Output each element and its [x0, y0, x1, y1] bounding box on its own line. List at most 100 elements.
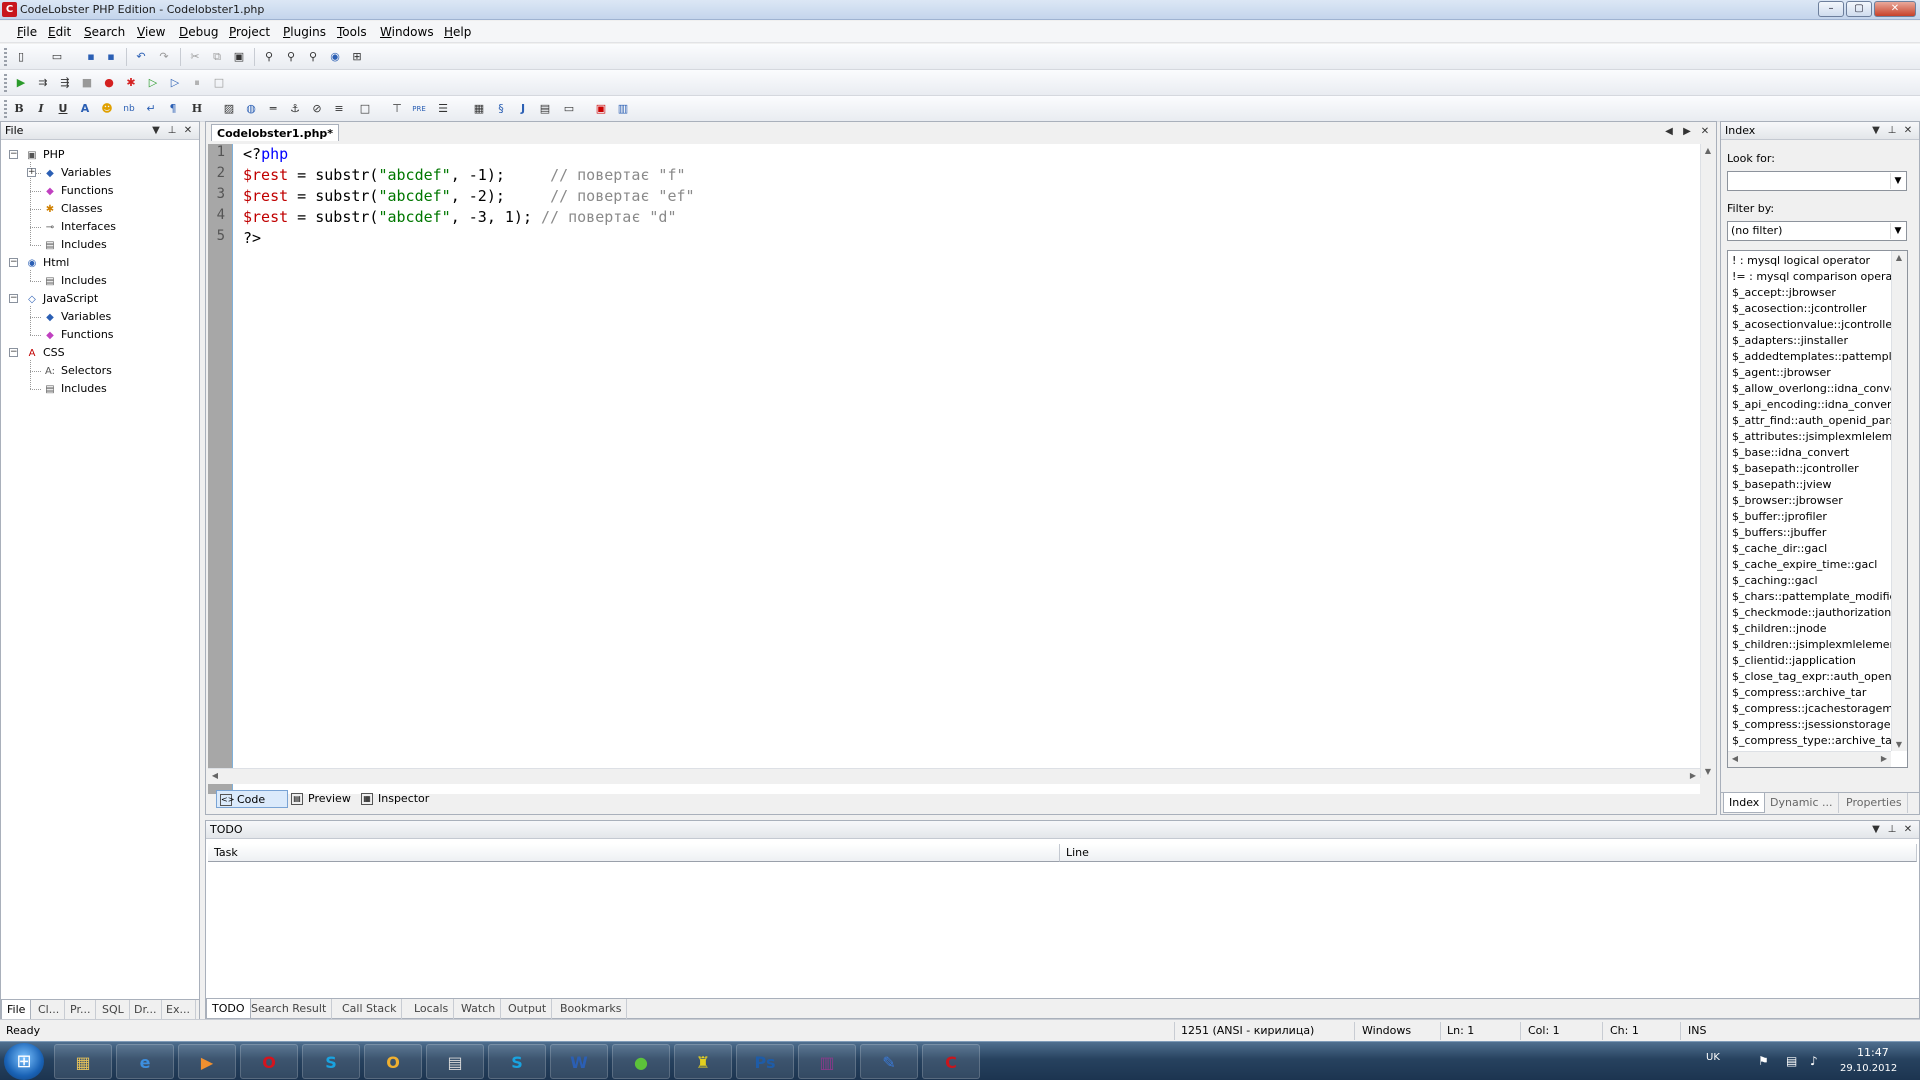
tree-item[interactable]: ✱ Classes [43, 200, 103, 218]
tree-item[interactable]: ◉ Html [25, 254, 70, 272]
save-icon[interactable]: ▪ [82, 48, 100, 66]
index-item[interactable]: $_api_encoding::idna_convert [1732, 397, 1892, 413]
list-icon[interactable]: ☰ [434, 100, 452, 118]
bold-icon[interactable]: B [10, 100, 28, 118]
tab-classes[interactable]: Cl... [33, 1000, 66, 1020]
taskbar-outlook-icon[interactable]: O [364, 1044, 422, 1079]
taskbar-media-player-icon[interactable]: ▶ [178, 1044, 236, 1079]
index-item[interactable]: $_clientid::japplication [1732, 653, 1892, 669]
italic-icon[interactable]: I [32, 100, 50, 118]
index-item[interactable]: $_acosection::jcontroller [1732, 301, 1892, 317]
index-item[interactable]: $_chars::pattemplate_modifier [1732, 589, 1892, 605]
index-item[interactable]: $_cache_expire_time::gacl [1732, 557, 1892, 573]
taskbar-codelobster-icon[interactable]: C [922, 1044, 980, 1079]
network-icon[interactable]: ▤ [1786, 1054, 1797, 1068]
run-to-cursor-icon[interactable]: ▷ [166, 74, 184, 92]
tab-todo[interactable]: TODO [206, 999, 251, 1019]
tree-item[interactable]: ◆ Functions [43, 182, 113, 200]
scroll-down-icon[interactable]: ▼ [1892, 740, 1906, 749]
cut-icon[interactable]: ✂ [186, 48, 204, 66]
taskbar-word-icon[interactable]: W [550, 1044, 608, 1079]
link-icon[interactable]: ⊘ [308, 100, 326, 118]
taskbar-skype-icon[interactable]: S [302, 1044, 360, 1079]
scroll-left-icon[interactable]: ◀ [1728, 754, 1742, 763]
preformatted-icon[interactable]: PRE [410, 100, 428, 118]
clock-date[interactable]: 29.10.2012 [1840, 1063, 1897, 1074]
index-item[interactable]: $_compress::jcachestorageme [1732, 701, 1892, 717]
menu-windows[interactable]: Windows [380, 25, 434, 39]
tree-expander[interactable]: − [9, 150, 18, 159]
index-item[interactable]: $_adapters::jinstaller [1732, 333, 1892, 349]
index-item[interactable]: $_cache_dir::gacl [1732, 541, 1892, 557]
tab-output[interactable]: Output [503, 999, 553, 1019]
continue-icon[interactable]: ▷ [144, 74, 162, 92]
run-icon[interactable]: ▶ [12, 74, 30, 92]
column-task[interactable]: Task [208, 844, 1060, 862]
taskbar-app-yellow-icon[interactable]: ♜ [674, 1044, 732, 1079]
panel-dropdown-icon[interactable]: ▼ [1869, 122, 1883, 140]
tree-expander[interactable]: + [27, 168, 36, 177]
tree-item[interactable]: ◆ Variables [43, 308, 111, 326]
heading-icon[interactable]: H [188, 100, 206, 118]
index-item[interactable]: $_addedtemplates::pattemplate [1732, 349, 1892, 365]
breakpoint-icon[interactable]: ● [100, 74, 118, 92]
pin-icon[interactable]: ⊥ [1885, 122, 1899, 140]
menu-help[interactable]: Help [444, 25, 471, 39]
find-replace-icon[interactable]: ⚲ [282, 48, 300, 66]
pin-icon[interactable]: ⊥ [165, 122, 179, 140]
panel-dropdown-icon[interactable]: ▼ [1869, 821, 1883, 839]
tree-item[interactable]: ▤ Includes [43, 236, 107, 254]
line-break-icon[interactable]: ↵ [142, 100, 160, 118]
stop-icon[interactable]: ■ [78, 74, 96, 92]
minimize-button[interactable]: – [1818, 1, 1844, 17]
frame-icon[interactable]: ▥ [614, 100, 632, 118]
tab-properties[interactable]: Properties [1841, 793, 1908, 813]
look-for-combobox[interactable]: ▼ [1727, 171, 1907, 191]
index-item[interactable]: $_browser::jbrowser [1732, 493, 1892, 509]
tree-expander[interactable]: − [9, 294, 18, 303]
toolbar-grip[interactable] [4, 100, 7, 118]
column-line[interactable]: Line [1060, 844, 1917, 862]
tab-explorer[interactable]: Ex... [161, 1000, 196, 1020]
status-line-ending[interactable]: Windows [1362, 1024, 1411, 1037]
menu-debug[interactable]: Debug [179, 25, 218, 39]
copy-icon[interactable]: ⧉ [208, 48, 226, 66]
input-icon[interactable]: ▭ [560, 100, 578, 118]
chevron-down-icon[interactable]: ▼ [1890, 173, 1905, 189]
menu-tools[interactable]: Tools [337, 25, 367, 39]
index-item[interactable]: $_children::jsimplexmlelement [1732, 637, 1892, 653]
index-item[interactable]: $_checkmode::jauthorization [1732, 605, 1892, 621]
clock-time[interactable]: 11:47 [1857, 1046, 1889, 1059]
scroll-left-icon[interactable]: ◀ [208, 771, 222, 780]
panel-close-icon[interactable]: ✕ [1901, 821, 1915, 839]
close-button[interactable]: ✕ [1874, 1, 1916, 17]
find-in-files-icon[interactable]: ⚲ [304, 48, 322, 66]
form-icon[interactable]: ▤ [536, 100, 554, 118]
filter-by-combobox[interactable]: (no filter) ▼ [1727, 221, 1907, 241]
redo-icon[interactable]: ↷ [155, 48, 173, 66]
help-icon[interactable]: ◉ [326, 48, 344, 66]
emoticon-icon[interactable]: ☻ [98, 100, 116, 118]
horizontal-rule-icon[interactable]: ═ [264, 100, 282, 118]
remove-breakpoints-icon[interactable]: ✱ [122, 74, 140, 92]
index-item[interactable]: $_close_tag_expr::auth_openid [1732, 669, 1892, 685]
scroll-down-icon[interactable]: ▼ [1701, 767, 1715, 776]
taskbar-skype-2-icon[interactable]: S [488, 1044, 546, 1079]
volume-icon[interactable]: ♪ [1810, 1054, 1818, 1068]
find-icon[interactable]: ⚲ [260, 48, 278, 66]
index-item[interactable]: $_agent::jbrowser [1732, 365, 1892, 381]
tree-expander[interactable]: − [9, 348, 18, 357]
taskbar-app-green-icon[interactable]: ● [612, 1044, 670, 1079]
index-item[interactable]: $_buffers::jbuffer [1732, 525, 1892, 541]
paragraph-icon[interactable]: ¶ [164, 100, 182, 118]
underline-icon[interactable]: U [54, 100, 72, 118]
index-item[interactable]: $_compress_type::archive_tar [1732, 733, 1892, 749]
tree-item[interactable]: ▤ Includes [43, 380, 107, 398]
index-horizontal-scrollbar[interactable]: ◀ ▶ [1728, 751, 1891, 767]
tab-file[interactable]: File [1, 1000, 32, 1020]
index-vertical-scrollbar[interactable]: ▲ ▼ [1891, 251, 1907, 751]
tree-item[interactable]: ◆ Variables [43, 164, 111, 182]
tree-item[interactable]: ▤ Includes [43, 272, 107, 290]
border-icon[interactable]: □ [356, 100, 374, 118]
fullscreen-icon[interactable]: ⊞ [348, 48, 366, 66]
